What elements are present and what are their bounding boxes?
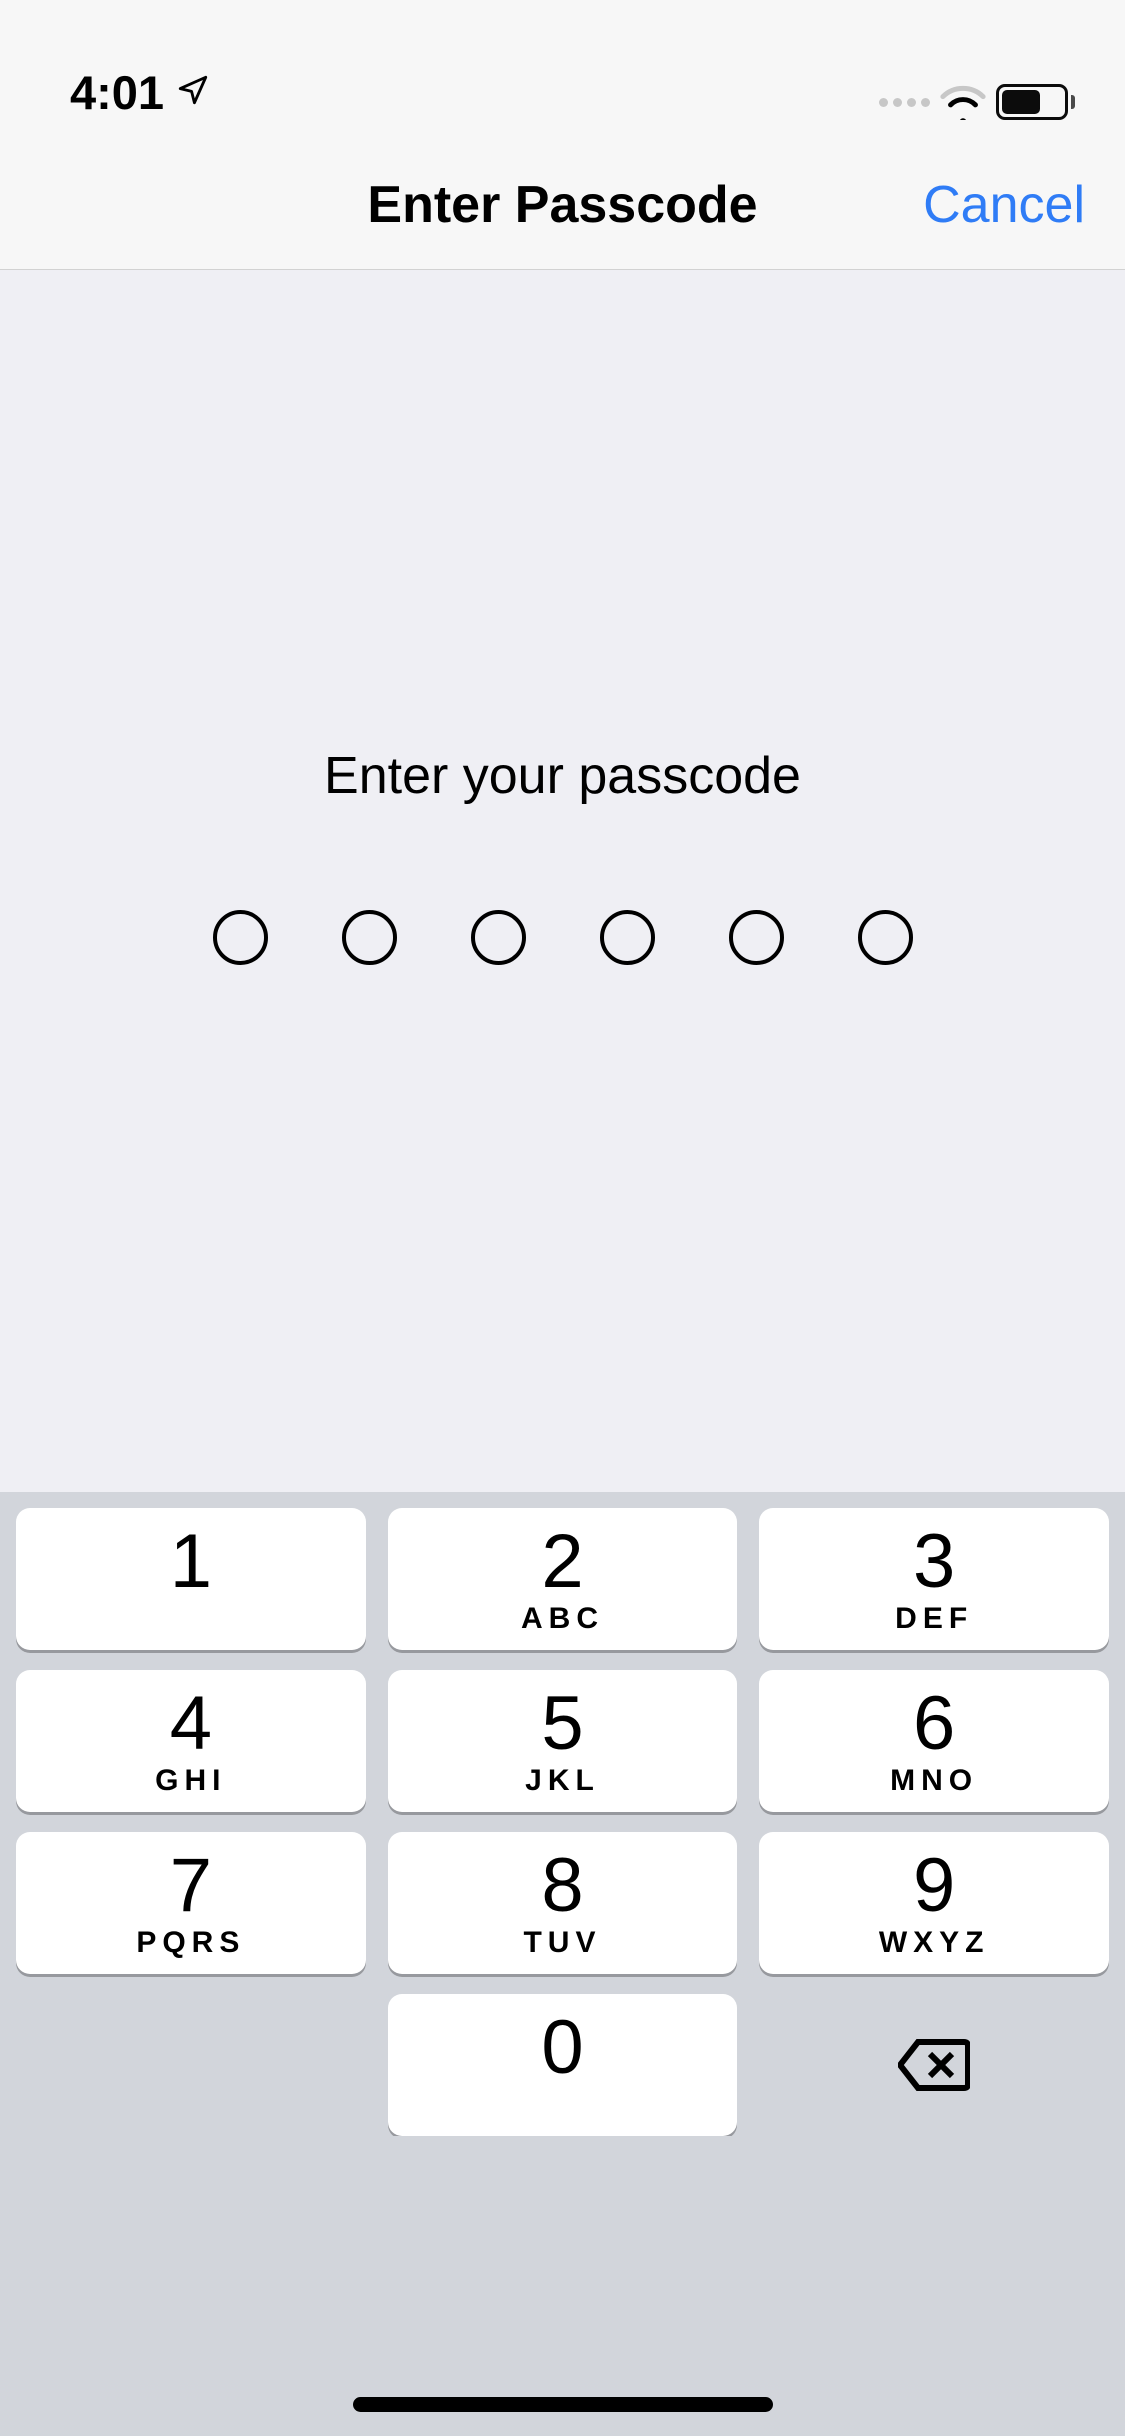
keypad-key-9[interactable]: 9 WXYZ	[759, 1832, 1109, 1974]
passcode-dot	[213, 910, 268, 965]
status-time: 4:01	[70, 65, 164, 120]
keypad-letters: JKL	[525, 1766, 600, 1796]
keypad-letters: GHI	[155, 1766, 226, 1796]
passcode-dot	[600, 910, 655, 965]
keypad-digit: 9	[913, 1848, 955, 1924]
keypad-key-5[interactable]: 5 JKL	[388, 1670, 738, 1812]
keypad-key-2[interactable]: 2 ABC	[388, 1508, 738, 1650]
keypad-key-0[interactable]: 0	[388, 1994, 738, 2136]
keypad-digit: 8	[541, 1848, 583, 1924]
keypad-letters: MNO	[890, 1766, 978, 1796]
keypad-bottom-spacer	[0, 2136, 1125, 2436]
keypad-letters: ABC	[521, 1604, 604, 1634]
keypad-letters: PQRS	[136, 1928, 245, 1958]
keypad-digit: 2	[541, 1524, 583, 1600]
keypad-key-7[interactable]: 7 PQRS	[16, 1832, 366, 1974]
nav-header: Enter Passcode Cancel	[0, 140, 1125, 270]
passcode-dot	[858, 910, 913, 965]
keypad-key-1[interactable]: 1	[16, 1508, 366, 1650]
screen: 4:01 Ent	[0, 0, 1125, 2436]
keypad-key-6[interactable]: 6 MNO	[759, 1670, 1109, 1812]
passcode-dot	[471, 910, 526, 965]
wifi-icon	[940, 84, 986, 120]
passcode-dot	[342, 910, 397, 965]
keypad-delete-button[interactable]	[759, 1994, 1109, 2136]
location-icon	[176, 73, 210, 112]
status-bar-left: 4:01	[70, 65, 210, 120]
keypad-digit: 3	[913, 1524, 955, 1600]
numeric-keypad: 1 2 ABC 3 DEF 4 GHI 5 JKL 6 MNO 7 PQRS 8	[0, 1492, 1125, 2136]
keypad-letters: WXYZ	[879, 1928, 990, 1958]
battery-icon	[996, 84, 1075, 120]
backspace-icon	[898, 2038, 970, 2092]
passcode-prompt: Enter your passcode	[324, 746, 801, 806]
page-title: Enter Passcode	[367, 175, 757, 235]
home-indicator[interactable]	[353, 2397, 773, 2412]
keypad-letters: DEF	[895, 1604, 973, 1634]
keypad-letters: TUV	[523, 1928, 601, 1958]
cellular-signal-icon	[879, 98, 930, 107]
keypad-key-3[interactable]: 3 DEF	[759, 1508, 1109, 1650]
keypad-key-4[interactable]: 4 GHI	[16, 1670, 366, 1812]
cancel-button[interactable]: Cancel	[923, 175, 1085, 235]
keypad-digit: 6	[913, 1686, 955, 1762]
keypad-digit: 1	[170, 1524, 212, 1600]
passcode-dot	[729, 910, 784, 965]
keypad-digit: 0	[541, 2010, 583, 2086]
passcode-dots	[213, 910, 913, 965]
status-bar: 4:01	[0, 0, 1125, 140]
main-area: Enter your passcode	[0, 270, 1125, 1492]
keypad-empty	[16, 1994, 366, 2136]
status-bar-right	[879, 84, 1075, 120]
keypad-digit: 5	[541, 1686, 583, 1762]
keypad-key-8[interactable]: 8 TUV	[388, 1832, 738, 1974]
keypad-digit: 7	[170, 1848, 212, 1924]
keypad-digit: 4	[170, 1686, 212, 1762]
